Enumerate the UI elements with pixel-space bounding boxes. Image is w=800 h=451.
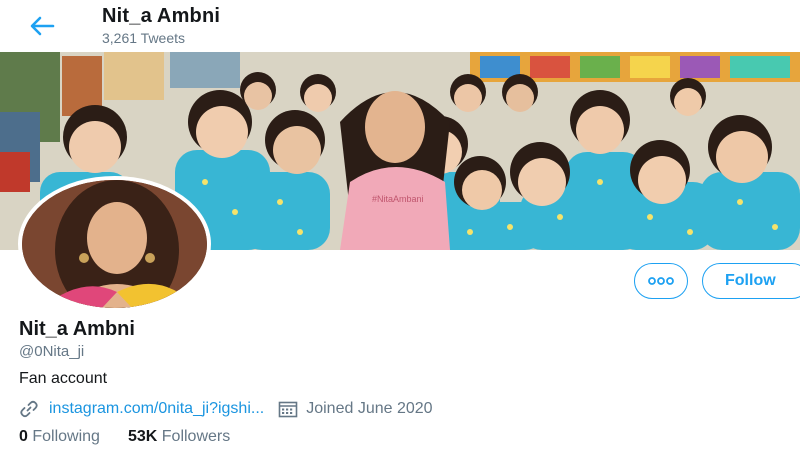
link-icon xyxy=(20,400,38,418)
follow-button[interactable]: Follow xyxy=(702,263,800,299)
profile-name: Nit_a Ambni xyxy=(19,318,135,340)
profile-website-text: instagram.com/0nita_ji?igshi... xyxy=(49,400,265,417)
avatar[interactable] xyxy=(18,176,211,312)
more-options-button[interactable] xyxy=(634,263,688,299)
followers-label: Followers xyxy=(161,428,231,445)
followers-link[interactable]: 53K Followers xyxy=(128,428,230,446)
following-link[interactable]: 0 Following xyxy=(19,428,100,446)
following-label: Following xyxy=(32,428,100,445)
arrow-left-icon xyxy=(30,16,55,36)
profile-website-link[interactable]: instagram.com/0nita_ji?igshi... xyxy=(19,399,264,419)
avatar-photo xyxy=(22,180,207,308)
profile-joined-text: Joined June 2020 xyxy=(306,400,433,417)
profile-handle: @0Nita_ji xyxy=(19,343,85,360)
profile-bio: Fan account xyxy=(19,370,108,387)
back-button[interactable] xyxy=(24,8,60,44)
calendar-icon xyxy=(278,401,298,418)
header-name: Nit_a Ambni xyxy=(102,5,221,27)
top-bar: Nit_a Ambni 3,261 Tweets xyxy=(0,0,800,50)
followers-count: 53K xyxy=(127,428,158,445)
tweet-count: 3,261 Tweets xyxy=(102,30,186,46)
profile-stats: 0 Following 53K Followers xyxy=(19,428,258,446)
banner-overlay-text: #NitaAmbani xyxy=(372,194,424,204)
more-icon xyxy=(648,277,674,285)
profile-meta: instagram.com/0nita_ji?igshi... Joined J… xyxy=(19,399,433,419)
profile-joined: Joined June 2020 xyxy=(278,400,433,418)
following-count: 0 xyxy=(19,428,28,445)
